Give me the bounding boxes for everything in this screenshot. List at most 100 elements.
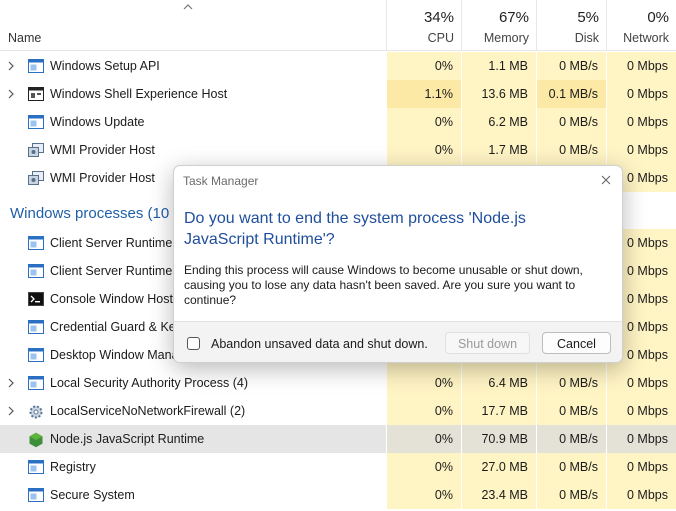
column-cpu[interactable]: 34% CPU <box>386 0 462 50</box>
network-value-cell: 0 Mbps <box>606 397 676 425</box>
wmi-icon <box>28 143 44 157</box>
process-row[interactable]: LocalServiceNoNetworkFirewall (2) 0% 17.7 … <box>0 397 676 425</box>
window-icon <box>28 115 44 129</box>
memory-value: 6.2 MB <box>488 115 528 129</box>
network-value-cell: 0 Mbps <box>606 108 676 136</box>
disk-value-cell: 0 MB/s <box>536 136 606 164</box>
cpu-value: 0% <box>434 404 453 418</box>
network-value: 0 Mbps <box>627 115 668 129</box>
gear-icon <box>28 404 44 419</box>
expand-chevron-icon[interactable] <box>6 377 16 389</box>
network-value-cell: 0 Mbps <box>606 52 676 80</box>
cpu-value: 0% <box>434 488 453 502</box>
cpu-value-cell: 0% <box>386 52 461 80</box>
process-name: Secure System <box>50 488 135 502</box>
group-header-windows-processes[interactable]: Windows processes (10 <box>10 205 169 222</box>
window-icon <box>28 460 44 474</box>
disk-value-cell: 0 MB/s <box>536 453 606 481</box>
process-row[interactable]: Secure System 0% 23.4 MB 0 MB/s 0 Mbps <box>0 481 676 509</box>
cpu-total: 34% <box>423 9 454 26</box>
memory-value-cell: 27.0 MB <box>461 453 536 481</box>
disk-value: 0 MB/s <box>559 432 598 446</box>
column-disk[interactable]: 5% Disk <box>536 0 607 50</box>
column-name[interactable]: Name <box>8 31 41 45</box>
process-name: Local Security Authority Process (4) <box>50 376 248 390</box>
process-name: WMI Provider Host <box>50 171 155 185</box>
dialog-heading: Do you want to end the system process 'N… <box>184 210 526 248</box>
network-value: 0 Mbps <box>627 59 668 73</box>
memory-value: 27.0 MB <box>481 460 528 474</box>
dialog-footer: Abandon unsaved data and shut down. Shut… <box>174 321 622 362</box>
window-icon <box>28 488 44 502</box>
process-name: Registry <box>50 460 96 474</box>
expand-chevron-icon[interactable] <box>6 60 16 72</box>
memory-value-cell: 13.6 MB <box>461 80 536 108</box>
disk-value: 0 MB/s <box>559 460 598 474</box>
network-value: 0 Mbps <box>627 171 668 185</box>
memory-value: 13.6 MB <box>481 87 528 101</box>
network-value: 0 Mbps <box>627 376 668 390</box>
memory-value: 6.4 MB <box>488 376 528 390</box>
network-value: 0 Mbps <box>627 348 668 362</box>
window-icon <box>28 236 44 250</box>
cpu-value-cell: 0% <box>386 136 461 164</box>
disk-total: 5% <box>577 9 599 26</box>
column-memory[interactable]: 67% Memory <box>461 0 537 50</box>
network-value: 0 Mbps <box>627 143 668 157</box>
expand-chevron-icon[interactable] <box>6 88 16 100</box>
memory-total: 67% <box>498 9 529 26</box>
memory-value-cell: 6.4 MB <box>461 369 536 397</box>
network-value: 0 Mbps <box>627 460 668 474</box>
process-row[interactable]: Windows Update 0% 6.2 MB 0 MB/s 0 Mbps <box>0 108 676 136</box>
network-label: Network <box>623 31 669 45</box>
cpu-value: 0% <box>434 143 453 157</box>
process-row[interactable]: Local Security Authority Process (4) 0% 6.… <box>0 369 676 397</box>
cancel-button[interactable]: Cancel <box>542 332 611 354</box>
process-name: Console Window Host <box>50 292 173 306</box>
network-value: 0 Mbps <box>627 488 668 502</box>
column-header: Name 34% CPU 67% Memory 5% Disk 0% Netwo… <box>0 0 676 51</box>
memory-value: 1.1 MB <box>488 59 528 73</box>
disk-value: 0 MB/s <box>559 376 598 390</box>
column-network[interactable]: 0% Network <box>606 0 676 50</box>
disk-value-cell: 0.1 MB/s <box>536 80 606 108</box>
process-row[interactable]: WMI Provider Host 0% 1.7 MB 0 MB/s 0 Mbps <box>0 136 676 164</box>
shell-host-icon <box>28 87 44 101</box>
cpu-value: 0% <box>434 376 453 390</box>
close-icon[interactable] <box>598 172 614 188</box>
disk-value: 0 MB/s <box>559 115 598 129</box>
memory-label: Memory <box>483 31 529 45</box>
disk-value-cell: 0 MB/s <box>536 425 606 453</box>
abandon-data-checkbox-label[interactable]: Abandon unsaved data and shut down. <box>211 337 428 351</box>
sort-caret-icon[interactable] <box>182 2 194 12</box>
network-value-cell: 0 Mbps <box>606 481 676 509</box>
abandon-data-checkbox[interactable] <box>187 337 200 350</box>
network-total: 0% <box>647 9 669 26</box>
disk-value-cell: 0 MB/s <box>536 481 606 509</box>
process-row[interactable]: Registry 0% 27.0 MB 0 MB/s 0 Mbps <box>0 453 676 481</box>
process-row[interactable]: Windows Shell Experience Host 1.1% 13.6 MB… <box>0 80 676 108</box>
cpu-value-cell: 0% <box>386 369 461 397</box>
process-row[interactable]: Node.js JavaScript Runtime 0% 70.9 MB 0 MB/… <box>0 425 676 453</box>
cpu-value-cell: 1.1% <box>386 80 461 108</box>
memory-value: 23.4 MB <box>481 488 528 502</box>
cpu-label: CPU <box>427 31 454 45</box>
memory-value-cell: 6.2 MB <box>461 108 536 136</box>
disk-label: Disk <box>574 31 599 45</box>
memory-value-cell: 1.1 MB <box>461 52 536 80</box>
network-value-cell: 0 Mbps <box>606 80 676 108</box>
dialog-message: Ending this process will cause Windows t… <box>184 263 583 307</box>
disk-value: 0.1 MB/s <box>548 87 598 101</box>
disk-value: 0 MB/s <box>559 488 598 502</box>
disk-value: 0 MB/s <box>559 59 598 73</box>
process-name: Windows Update <box>50 115 145 129</box>
network-value: 0 Mbps <box>627 236 668 250</box>
window-icon <box>28 376 44 390</box>
window-icon <box>28 264 44 278</box>
process-name: WMI Provider Host <box>50 143 155 157</box>
network-value-cell: 0 Mbps <box>606 425 676 453</box>
process-row[interactable]: Windows Setup API 0% 1.1 MB 0 MB/s 0 Mbps <box>0 52 676 80</box>
expand-chevron-icon[interactable] <box>6 405 16 417</box>
memory-value: 17.7 MB <box>481 404 528 418</box>
shut-down-button[interactable]: Shut down <box>445 332 530 354</box>
